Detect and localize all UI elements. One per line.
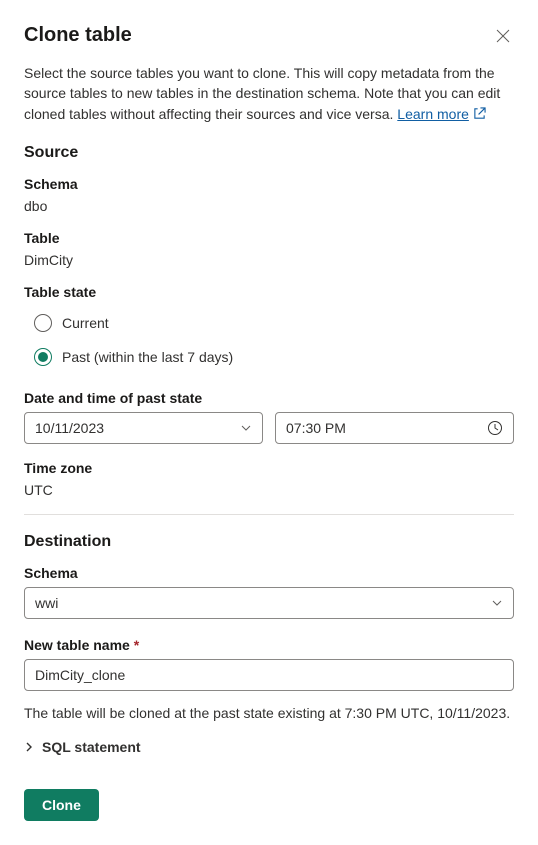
- learn-more-text: Learn more: [397, 104, 469, 124]
- dest-schema-select[interactable]: wwi: [24, 587, 514, 619]
- radio-circle-selected-icon: [34, 348, 52, 366]
- radio-current[interactable]: Current: [24, 306, 514, 340]
- sql-statement-expander[interactable]: SQL statement: [24, 735, 514, 759]
- required-asterisk: *: [134, 637, 139, 653]
- clone-summary: The table will be cloned at the past sta…: [24, 705, 514, 721]
- learn-more-link[interactable]: Learn more: [397, 104, 486, 124]
- table-state-label: Table state: [24, 284, 514, 300]
- clock-icon: [487, 420, 503, 436]
- sql-statement-label: SQL statement: [42, 739, 141, 755]
- source-schema-value: dbo: [24, 198, 514, 214]
- new-table-name-label: New table name *: [24, 637, 514, 653]
- clone-button[interactable]: Clone: [24, 789, 99, 821]
- close-button[interactable]: [492, 25, 514, 47]
- source-table-value: DimCity: [24, 252, 514, 268]
- date-value: 10/11/2023: [35, 420, 104, 436]
- dest-schema-label: Schema: [24, 565, 514, 581]
- source-table-label: Table: [24, 230, 514, 246]
- timezone-label: Time zone: [24, 460, 514, 476]
- new-table-name-text: New table name: [24, 637, 130, 653]
- dialog-description: Select the source tables you want to clo…: [24, 63, 514, 124]
- time-picker[interactable]: 07:30 PM: [275, 412, 514, 444]
- time-value: 07:30 PM: [286, 420, 346, 436]
- radio-current-label: Current: [62, 315, 109, 331]
- new-table-name-input[interactable]: DimCity_clone: [24, 659, 514, 691]
- chevron-down-icon: [240, 422, 252, 434]
- source-schema-label: Schema: [24, 176, 514, 192]
- new-table-name-value: DimCity_clone: [35, 667, 125, 683]
- date-picker[interactable]: 10/11/2023: [24, 412, 263, 444]
- dialog-title: Clone table: [24, 24, 132, 47]
- source-heading: Source: [24, 144, 514, 162]
- dest-schema-value: wwi: [35, 595, 58, 611]
- timezone-value: UTC: [24, 482, 514, 498]
- chevron-right-icon: [24, 742, 34, 752]
- chevron-down-icon: [491, 597, 503, 609]
- external-link-icon: [473, 107, 486, 120]
- radio-past-label: Past (within the last 7 days): [62, 349, 233, 365]
- destination-heading: Destination: [24, 533, 514, 551]
- radio-circle-icon: [34, 314, 52, 332]
- radio-past[interactable]: Past (within the last 7 days): [24, 340, 514, 374]
- close-icon: [496, 29, 510, 43]
- section-divider: [24, 514, 514, 515]
- datetime-label: Date and time of past state: [24, 390, 514, 406]
